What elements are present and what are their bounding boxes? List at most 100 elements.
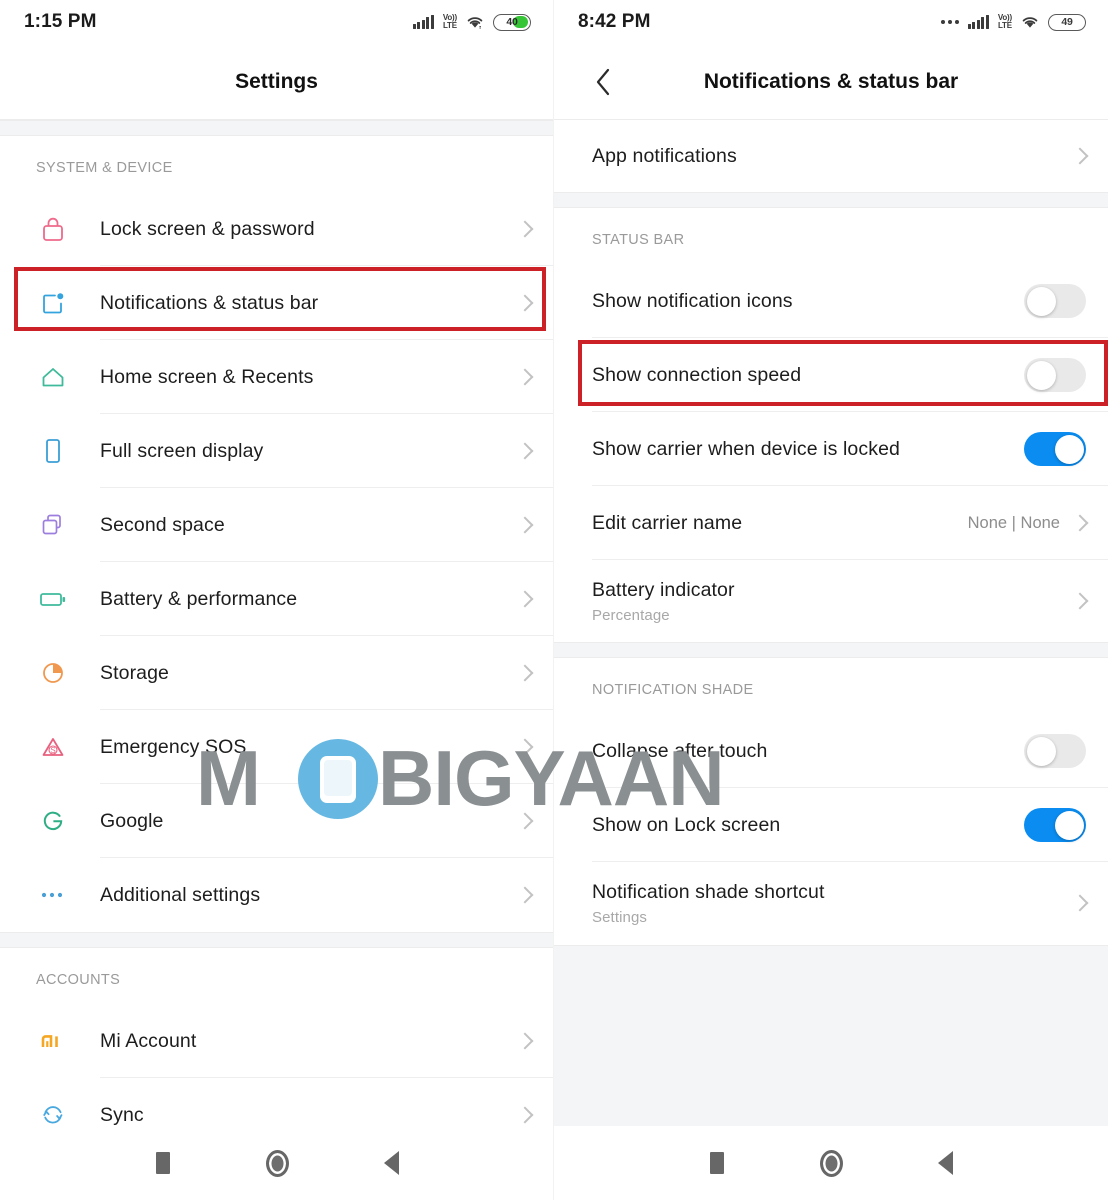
- triangle-back-icon: [937, 1151, 953, 1175]
- section-header-accounts: ACCOUNTS: [36, 972, 121, 988]
- settings-row-show-notification-icons[interactable]: Show notification icons: [554, 264, 1108, 338]
- toggle-show-carrier-when-locked[interactable]: [1024, 432, 1086, 466]
- home-button[interactable]: [220, 1149, 334, 1177]
- row-label: Battery & performance: [100, 587, 298, 610]
- status-time: 8:42 PM: [578, 11, 651, 32]
- row-label: Notifications & status bar: [100, 291, 319, 314]
- row-label: App notifications: [592, 144, 737, 167]
- home-icon: [36, 360, 70, 394]
- row-label: Show connection speed: [592, 363, 802, 386]
- chevron-right-icon: [1071, 592, 1089, 610]
- circle-icon: [265, 1149, 289, 1177]
- toggle-show-connection-speed[interactable]: [1024, 358, 1086, 392]
- battery-icon: [36, 582, 70, 616]
- row-label: Collapse after touch: [592, 739, 768, 762]
- settings-row-second-space[interactable]: Second space: [0, 488, 553, 562]
- chevron-right-icon: [516, 664, 534, 682]
- mi-logo-icon: [36, 1024, 70, 1058]
- empty-area: [554, 945, 1108, 1126]
- settings-row-app-notifications[interactable]: App notifications: [554, 120, 1108, 192]
- section-header-notification-shade: NOTIFICATION SHADE: [592, 682, 754, 698]
- left-app-bar: Settings: [0, 44, 553, 120]
- chevron-left-icon[interactable]: [588, 67, 618, 97]
- row-label: Notification shade shortcut Settings: [592, 881, 1074, 926]
- wifi-icon: [466, 15, 484, 29]
- settings-row-mi-account[interactable]: Mi Account: [0, 1004, 553, 1078]
- chevron-right-icon: [516, 812, 534, 830]
- settings-row-storage[interactable]: Storage: [0, 636, 553, 710]
- chevron-right-icon: [516, 294, 534, 312]
- section-header-system-device: SYSTEM & DEVICE: [36, 160, 173, 176]
- status-time: 1:15 PM: [24, 11, 97, 32]
- settings-row-edit-carrier-name[interactable]: Edit carrier name None | None: [554, 486, 1108, 560]
- settings-row-battery-indicator[interactable]: Battery indicator Percentage: [554, 560, 1108, 642]
- toggle-knob: [1054, 434, 1084, 464]
- circle-icon: [819, 1149, 843, 1177]
- settings-row-battery-performance[interactable]: Battery & performance: [0, 562, 553, 636]
- row-label-text: Battery indicator: [592, 578, 735, 601]
- ellipsis-icon: [36, 878, 70, 912]
- row-label: Show carrier when device is locked: [592, 437, 900, 460]
- row-label: Home screen & Recents: [100, 365, 314, 388]
- row-label: Lock screen & password: [100, 217, 315, 240]
- row-label: Show notification icons: [592, 289, 793, 312]
- row-label-text: Notification shade shortcut: [592, 880, 825, 903]
- chevron-right-icon: [1071, 514, 1089, 532]
- chevron-right-icon: [516, 516, 534, 534]
- chevron-right-icon: [1071, 147, 1089, 165]
- sos-warning-icon: S: [36, 730, 70, 764]
- chevron-right-icon: [1071, 894, 1089, 912]
- right-status-bar: 8:42 PM Vo)) LTE 49: [554, 0, 1108, 44]
- back-button[interactable]: [888, 1151, 1002, 1175]
- settings-row-emergency-sos[interactable]: S Emergency SOS: [0, 710, 553, 784]
- row-label: Emergency SOS: [100, 735, 247, 758]
- settings-row-show-on-lock-screen[interactable]: Show on Lock screen: [554, 788, 1108, 862]
- chevron-right-icon: [516, 442, 534, 460]
- group-separator: [0, 120, 553, 136]
- chevron-right-icon: [516, 886, 534, 904]
- dual-screenshot-composite: 1:15 PM Vo)) LTE 40 Settings SYSTEM & DE…: [0, 0, 1108, 1200]
- toggle-knob: [1026, 360, 1056, 390]
- row-label: Second space: [100, 513, 225, 536]
- settings-row-google[interactable]: Google: [0, 784, 553, 858]
- right-navigation-bar: [554, 1126, 1108, 1200]
- settings-row-home-screen-recents[interactable]: Home screen & Recents: [0, 340, 553, 414]
- row-sublabel: Percentage: [592, 606, 670, 624]
- left-status-bar: 1:15 PM Vo)) LTE 40: [0, 0, 553, 44]
- signal-bars-icon: [412, 15, 434, 29]
- row-label: Additional settings: [100, 883, 261, 906]
- row-label: Edit carrier name: [592, 511, 743, 534]
- row-label: Show on Lock screen: [592, 813, 781, 836]
- toggle-knob: [1054, 810, 1084, 840]
- row-label: Sync: [100, 1103, 144, 1126]
- back-button[interactable]: [334, 1151, 448, 1175]
- recents-button[interactable]: [106, 1152, 220, 1174]
- toggle-knob: [1026, 286, 1056, 316]
- settings-row-additional-settings[interactable]: Additional settings: [0, 858, 553, 932]
- chevron-right-icon: [516, 1032, 534, 1050]
- more-dots-icon: [940, 20, 959, 24]
- toggle-show-on-lock-screen[interactable]: [1024, 808, 1086, 842]
- wifi-icon: [1021, 15, 1039, 29]
- group-separator: [554, 192, 1108, 208]
- battery-percent: 40: [506, 16, 518, 28]
- toggle-knob: [1026, 736, 1056, 766]
- row-sublabel: Settings: [592, 908, 647, 926]
- toggle-show-notification-icons[interactable]: [1024, 284, 1086, 318]
- right-phone-screen: 8:42 PM Vo)) LTE 49 Notifications & stat…: [554, 0, 1108, 1200]
- settings-row-full-screen-display[interactable]: Full screen display: [0, 414, 553, 488]
- settings-row-collapse-after-touch[interactable]: Collapse after touch: [554, 714, 1108, 788]
- home-button[interactable]: [774, 1149, 888, 1177]
- settings-row-notification-shade-shortcut[interactable]: Notification shade shortcut Settings: [554, 862, 1108, 944]
- chevron-right-icon: [516, 590, 534, 608]
- settings-row-lock-screen[interactable]: Lock screen & password: [0, 192, 553, 266]
- storage-pie-icon: [36, 656, 70, 690]
- settings-row-notifications-status-bar[interactable]: Notifications & status bar: [0, 266, 553, 340]
- toggle-collapse-after-touch[interactable]: [1024, 734, 1086, 768]
- row-label: Battery indicator Percentage: [592, 579, 1074, 624]
- recents-button[interactable]: [660, 1152, 774, 1174]
- settings-row-show-connection-speed[interactable]: Show connection speed: [554, 338, 1108, 412]
- chevron-right-icon: [516, 220, 534, 238]
- page-title: Settings: [235, 69, 318, 93]
- settings-row-show-carrier-when-locked[interactable]: Show carrier when device is locked: [554, 412, 1108, 486]
